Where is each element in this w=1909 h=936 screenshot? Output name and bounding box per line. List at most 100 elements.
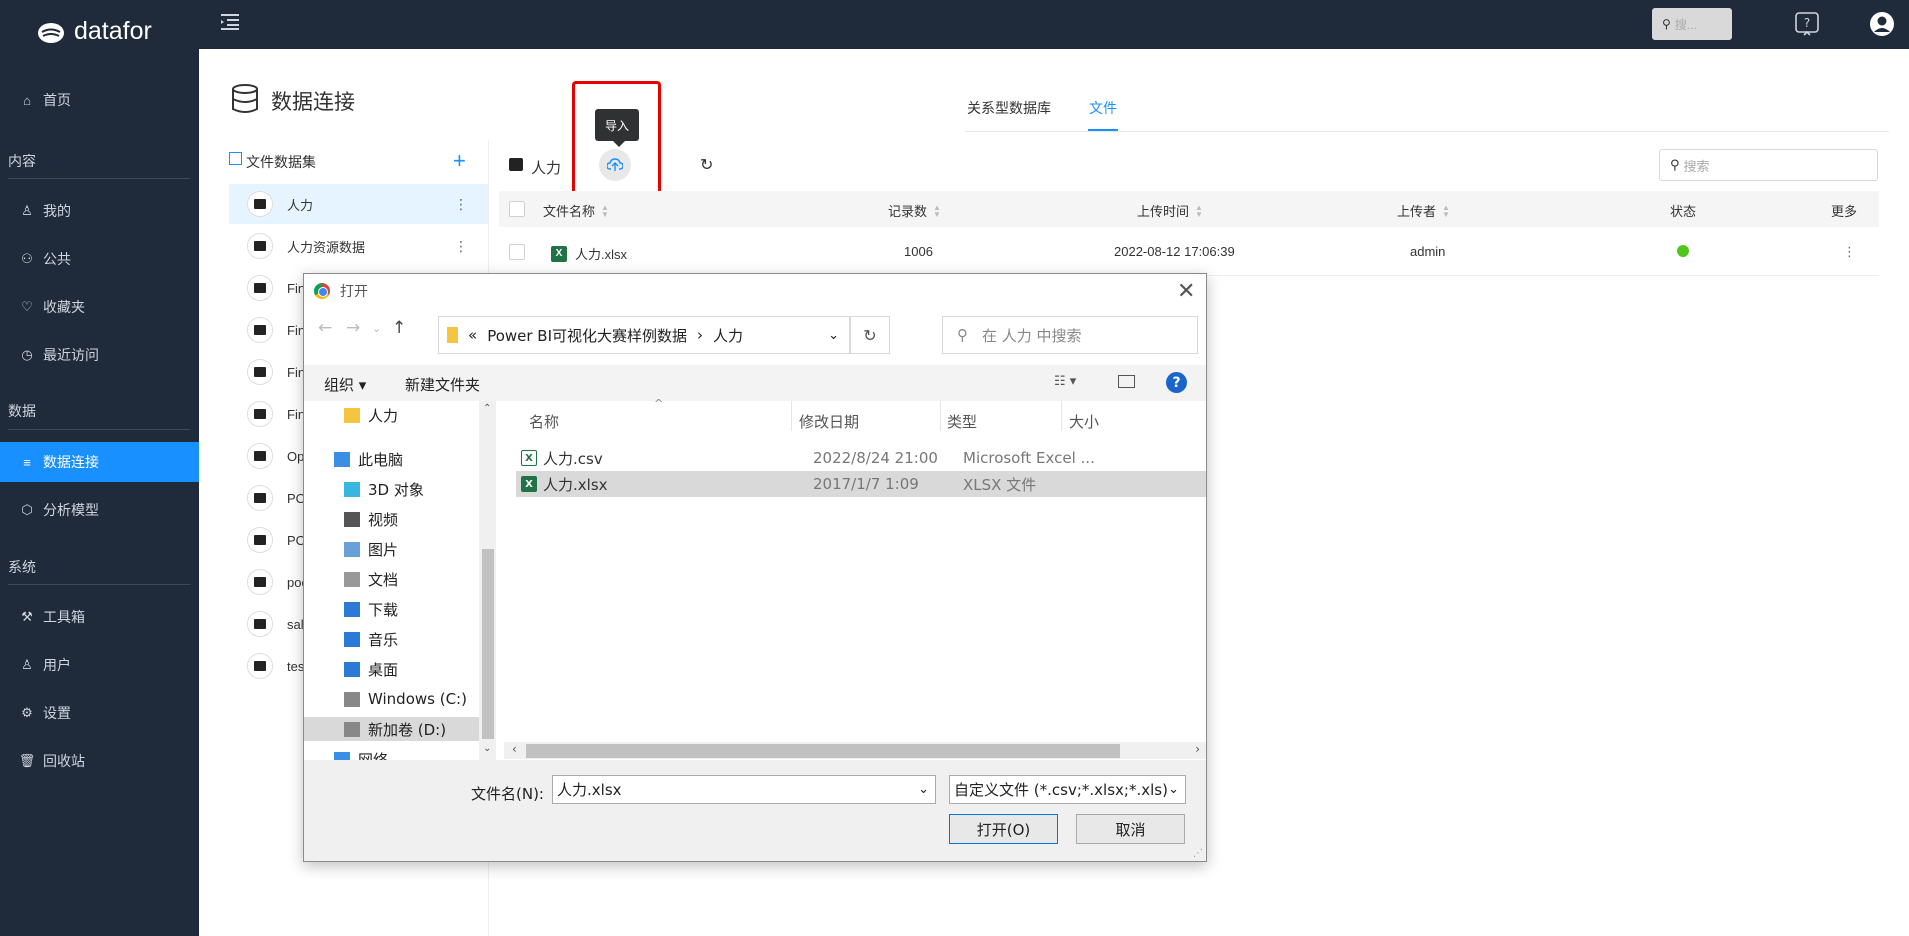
nav-analysis-model-label: 分析模型: [43, 502, 99, 518]
nav-tree-item[interactable]: 人力: [344, 403, 398, 427]
row-more-menu[interactable]: ⋮: [1843, 244, 1856, 260]
chevron-left-icon[interactable]: ‹: [512, 742, 517, 756]
address-bar[interactable]: « Power BI可视化大赛样例数据 › 人力 ⌄: [438, 316, 850, 354]
help-icon[interactable]: ?: [1166, 372, 1187, 393]
nav-tree-item[interactable]: 新加卷 (D:): [304, 717, 479, 741]
col-date-header[interactable]: 修改日期: [799, 411, 859, 432]
chevron-up-icon[interactable]: ⌃: [483, 403, 491, 414]
account-icon[interactable]: [1869, 11, 1895, 37]
file-dataset-icon: [247, 485, 273, 511]
nav-toolbox[interactable]: ⚒ 工具箱: [0, 597, 199, 637]
file-dataset-icon: [247, 569, 273, 595]
nav-tree-label: 3D 对象: [368, 480, 424, 499]
chevron-right-icon[interactable]: ›: [1195, 742, 1200, 756]
col-size-header[interactable]: 大小: [1069, 411, 1099, 432]
nav-tree-item[interactable]: 3D 对象: [344, 477, 424, 501]
tab-files[interactable]: 文件: [1089, 98, 1117, 118]
new-folder-button[interactable]: 新建文件夹: [405, 374, 480, 395]
nav-tree-label: 此电脑: [358, 450, 404, 469]
col-name-header[interactable]: 名称: [529, 411, 559, 432]
back-arrow-icon[interactable]: ←: [318, 318, 332, 338]
dialog-titlebar[interactable]: 打开: [304, 274, 1206, 307]
file-row[interactable]: X 人力.csv 2022/8/24 21:00 Microsoft Excel…: [516, 445, 1206, 471]
path-segment[interactable]: 人力: [713, 325, 743, 346]
close-icon[interactable]: ✕: [1177, 279, 1195, 304]
dataset-item[interactable]: 人力 ⋮: [229, 184, 488, 224]
nav-public[interactable]: ⚇ 公共: [0, 239, 199, 279]
section-content-label: 内容: [8, 153, 36, 169]
column-separator: [940, 401, 941, 431]
nav-tree-item[interactable]: 桌面: [344, 657, 398, 681]
nav-favorites[interactable]: ♡ 收藏夹: [0, 287, 199, 327]
chevron-down-icon[interactable]: ⌄: [918, 782, 929, 797]
nav-tree-item[interactable]: Windows (C:): [344, 687, 467, 711]
col-upload-time[interactable]: 上传时间 ▲ ▼: [1137, 201, 1203, 220]
cancel-button[interactable]: 取消: [1076, 814, 1185, 844]
refresh-icon[interactable]: ↻: [700, 155, 713, 175]
brand-logo[interactable]: datafor: [36, 14, 152, 48]
open-button[interactable]: 打开(O): [949, 814, 1058, 844]
nav-recycle[interactable]: 🗑 回收站: [0, 741, 199, 781]
file-row-selected[interactable]: X 人力.xlsx 2017/1/7 1:09 XLSX 文件: [516, 471, 1206, 497]
col-status: 状态: [1670, 204, 1697, 219]
nav-analysis-model[interactable]: ⬡ 分析模型: [0, 490, 199, 530]
chevron-down-icon[interactable]: ⌄: [828, 328, 839, 343]
view-options-icon[interactable]: ☷ ▾: [1054, 374, 1076, 389]
file-dataset-icon: [247, 191, 273, 217]
nav-tree-label: 视频: [368, 510, 399, 529]
dataset-item[interactable]: 人力资源数据 ⋮: [229, 226, 488, 266]
nav-tree-item[interactable]: 视频: [344, 507, 398, 531]
more-icon[interactable]: ⋮: [454, 196, 468, 213]
col-name[interactable]: 文件名称 ▲ ▼: [543, 201, 609, 220]
top-search-input[interactable]: ⚲ 搜...: [1652, 8, 1732, 40]
path-segment[interactable]: Power BI可视化大赛样例数据: [487, 325, 687, 346]
help-icon[interactable]: ?: [1794, 11, 1820, 37]
document-icon: [344, 571, 360, 587]
nav-mine[interactable]: ♙ 我的: [0, 191, 199, 231]
col-uploader-label: 上传者: [1397, 204, 1437, 219]
nav-tree-item[interactable]: 音乐: [344, 627, 398, 651]
filename-input[interactable]: 人力.xlsx ⌄: [552, 775, 936, 804]
col-records[interactable]: 记录数 ▲ ▼: [888, 201, 941, 220]
add-dataset-button[interactable]: +: [453, 150, 466, 172]
table-row-name[interactable]: X 人力.xlsx: [551, 244, 627, 263]
row-file-name: 人力.xlsx: [575, 247, 628, 262]
nav-recent[interactable]: ◷ 最近访问: [0, 335, 199, 375]
col-type-header[interactable]: 类型: [947, 411, 977, 432]
nav-users[interactable]: ♙ 用户: [0, 645, 199, 685]
forward-arrow-icon[interactable]: →: [346, 318, 360, 338]
nav-data-connection[interactable]: ≡ 数据连接: [0, 442, 199, 482]
path-overflow[interactable]: «: [468, 326, 477, 344]
file-search-input[interactable]: ⚲ 搜索: [1659, 149, 1878, 181]
row-checkbox[interactable]: [509, 244, 525, 260]
select-all-checkbox[interactable]: [509, 201, 525, 217]
refresh-icon[interactable]: ↻: [850, 316, 890, 354]
nav-scrollbar-thumb[interactable]: [482, 549, 494, 739]
nav-home[interactable]: ⌂ 首页: [0, 80, 199, 120]
nav-tree-item[interactable]: 图片: [344, 537, 398, 561]
filetype-select[interactable]: 自定义文件 (*.csv;*.xlsx;*.xls) ⌄: [949, 775, 1186, 804]
dialog-search-input[interactable]: ⚲ 在 人力 中搜索: [942, 316, 1198, 354]
up-arrow-icon[interactable]: ↑: [392, 318, 406, 338]
nav-tree-item[interactable]: 下载: [344, 597, 398, 621]
col-uploader[interactable]: 上传者 ▲ ▼: [1397, 201, 1450, 220]
resize-grip-icon[interactable]: ⋰: [1193, 848, 1203, 859]
nav-settings[interactable]: ⚙ 设置: [0, 693, 199, 733]
section-data-label: 数据: [8, 403, 36, 419]
horizontal-scrollbar-thumb[interactable]: [526, 744, 1120, 758]
file-dataset-icon: [247, 611, 273, 637]
more-icon[interactable]: ⋮: [454, 238, 468, 255]
organize-button[interactable]: 组织 ▾: [324, 374, 366, 395]
preview-pane-icon[interactable]: [1118, 375, 1135, 388]
search-icon: ⚲: [957, 326, 968, 344]
file-name: 人力.csv: [543, 449, 603, 468]
trash-icon: 🗑: [18, 753, 36, 768]
col-name-label: 文件名称: [543, 204, 596, 219]
nav-tree-item[interactable]: 此电脑: [334, 447, 403, 471]
chevron-down-icon[interactable]: ⌄: [483, 743, 491, 754]
file-dataset-icon: [247, 443, 273, 469]
menu-collapse-icon[interactable]: [221, 13, 241, 31]
history-dropdown-icon[interactable]: ⌄: [372, 322, 381, 335]
nav-tree-item[interactable]: 文档: [344, 567, 398, 591]
tab-relational-db[interactable]: 关系型数据库: [967, 98, 1051, 118]
